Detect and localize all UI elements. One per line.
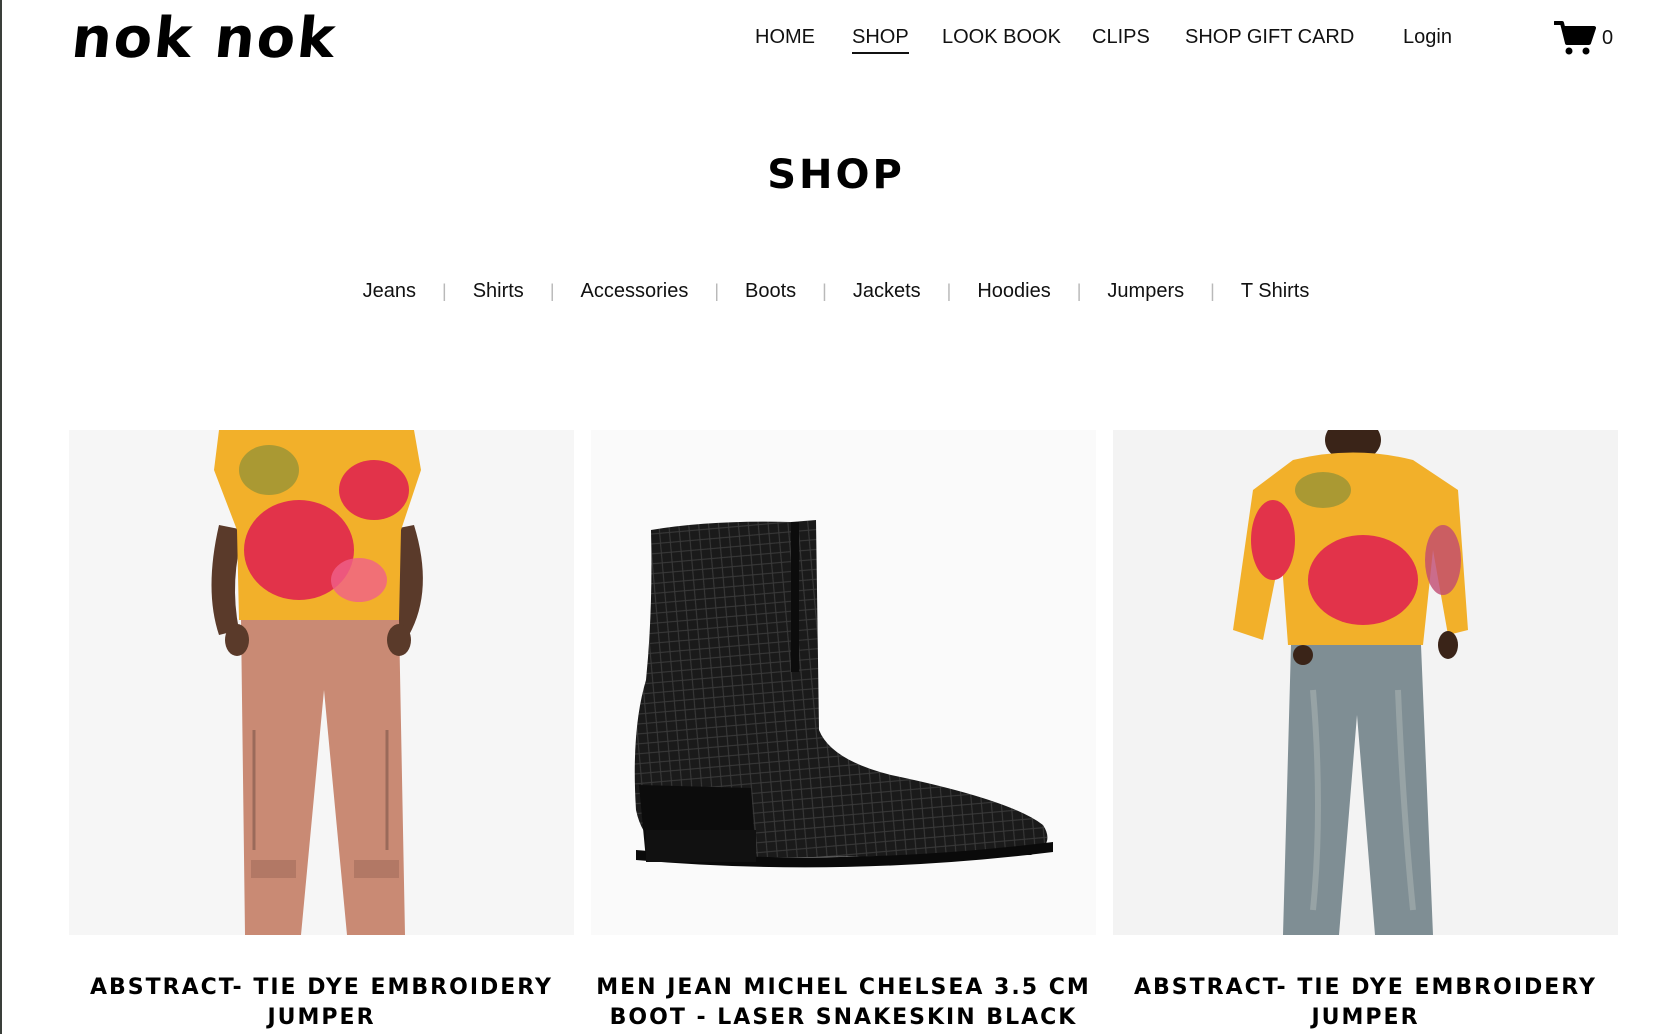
category-jumpers[interactable]: Jumpers [1107, 280, 1184, 303]
nav-clips[interactable]: CLIPS [1092, 24, 1150, 50]
category-jackets[interactable]: Jackets [853, 280, 921, 303]
category-divider: | [1076, 281, 1082, 301]
category-divider: | [822, 281, 827, 301]
chelsea-boot-illustration [591, 430, 1096, 935]
page-title: SHOP [767, 152, 905, 198]
product-name[interactable]: ABSTRACT- TIE DYE EMBROIDERY JUMPER [69, 973, 574, 1033]
product-name[interactable]: ABSTRACT- TIE DYE EMBROIDERY JUMPER [1113, 973, 1618, 1033]
category-divider: | [1210, 281, 1215, 301]
category-jeans[interactable]: Jeans [363, 280, 416, 303]
category-divider: | [946, 281, 952, 301]
cart-icon [1554, 21, 1596, 55]
product-card[interactable]: ABSTRACT- TIE DYE EMBROIDERY JUMPER [69, 430, 574, 1033]
category-divider: | [442, 281, 447, 301]
brand-logo[interactable]: nok nok [68, 4, 341, 74]
product-image[interactable] [69, 430, 574, 935]
nav-home[interactable]: HOME [755, 24, 815, 50]
model-tie-dye-top-illustration [69, 430, 574, 935]
category-shirts[interactable]: Shirts [473, 280, 524, 303]
cart-count: 0 [1602, 26, 1614, 49]
product-image[interactable] [1113, 430, 1618, 935]
product-card[interactable]: ABSTRACT- TIE DYE EMBROIDERY JUMPER [1113, 430, 1618, 1033]
category-t-shirts[interactable]: T Shirts [1241, 280, 1310, 303]
product-image[interactable] [591, 430, 1096, 935]
nav-shop-gift-card[interactable]: SHOP GIFT CARD [1185, 24, 1354, 50]
product-card[interactable]: MEN JEAN MICHEL CHELSEA 3.5 CM BOOT - LA… [591, 430, 1096, 1033]
model-tie-dye-jumper-illustration [1113, 430, 1618, 935]
cart-button[interactable]: 0 [1554, 18, 1613, 58]
product-name[interactable]: MEN JEAN MICHEL CHELSEA 3.5 CM BOOT - LA… [591, 973, 1096, 1033]
category-boots[interactable]: Boots [745, 280, 796, 303]
nav-look-book[interactable]: LOOK BOOK [942, 24, 1061, 50]
nav-shop[interactable]: SHOP [852, 24, 909, 54]
category-divider: | [714, 281, 719, 301]
category-divider: | [549, 281, 555, 301]
category-accessories[interactable]: Accessories [581, 280, 689, 303]
category-filter-bar: Jeans | Shirts | Accessories | Boots | J… [0, 280, 1672, 303]
category-hoodies[interactable]: Hoodies [977, 280, 1050, 303]
login-link[interactable]: Login [1403, 24, 1452, 50]
